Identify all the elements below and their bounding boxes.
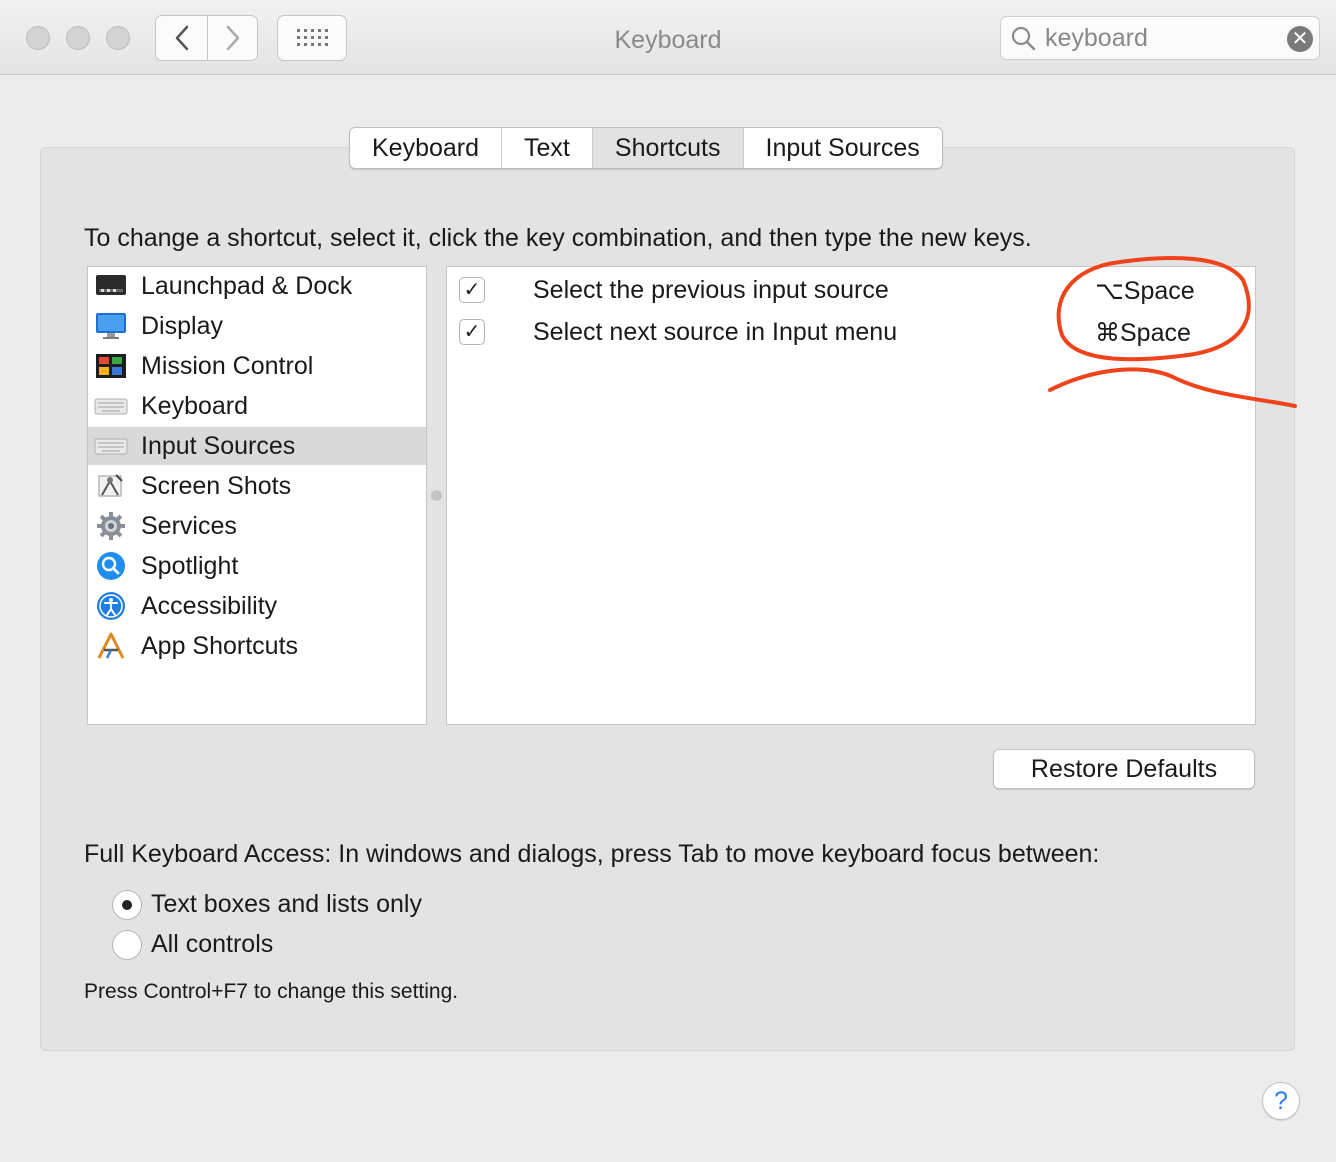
category-label: Services bbox=[141, 511, 237, 540]
category-item-app-shortcuts[interactable]: App Shortcuts bbox=[88, 627, 426, 665]
category-label: Screen Shots bbox=[141, 471, 292, 500]
shortcut-checkbox[interactable]: ✓ bbox=[459, 319, 485, 345]
full-keyboard-access-label: Full Keyboard Access: In windows and dia… bbox=[84, 840, 1100, 868]
category-item-launchpad-dock[interactable]: Launchpad & Dock bbox=[88, 267, 426, 305]
shortcut-key-combination[interactable]: ⌘Space bbox=[1095, 318, 1191, 348]
accessibility-icon bbox=[94, 591, 128, 621]
category-item-spotlight[interactable]: Spotlight bbox=[88, 547, 426, 585]
title-bar: Keyboard ✕ bbox=[0, 0, 1336, 75]
screenshot-icon bbox=[94, 471, 128, 501]
category-label: Input Sources bbox=[141, 431, 296, 460]
shortcut-row[interactable]: ✓ Select the previous input source ⌥Spac… bbox=[447, 269, 1255, 309]
category-item-services[interactable]: Services bbox=[88, 507, 426, 545]
category-item-display[interactable]: Display bbox=[88, 307, 426, 345]
keyboard-icon bbox=[94, 431, 128, 461]
shortcut-key-combination[interactable]: ⌥Space bbox=[1095, 276, 1195, 306]
close-circle-icon[interactable]: ✕ bbox=[1287, 26, 1313, 52]
tab-text[interactable]: Text bbox=[502, 128, 593, 168]
keyboard-icon bbox=[94, 391, 128, 421]
category-list[interactable]: Launchpad & Dock Display Mission Control… bbox=[87, 266, 427, 725]
launchpad-dock-icon bbox=[94, 271, 128, 301]
category-item-input-sources[interactable]: Input Sources bbox=[88, 427, 426, 465]
search-field[interactable]: ✕ bbox=[1000, 16, 1320, 60]
shortcut-hint-text: Press Control+F7 to change this setting. bbox=[84, 980, 459, 1003]
search-input[interactable] bbox=[1045, 23, 1275, 53]
app-shortcuts-icon bbox=[94, 631, 128, 661]
display-icon bbox=[94, 311, 128, 341]
category-label: Mission Control bbox=[141, 351, 314, 380]
category-label: Launchpad & Dock bbox=[141, 271, 353, 300]
category-label: Spotlight bbox=[141, 551, 239, 580]
tab-bar: Keyboard Text Shortcuts Input Sources bbox=[349, 127, 943, 169]
tab-keyboard[interactable]: Keyboard bbox=[350, 128, 503, 168]
category-label: App Shortcuts bbox=[141, 631, 299, 660]
category-item-keyboard[interactable]: Keyboard bbox=[88, 387, 426, 425]
category-label: Display bbox=[141, 311, 223, 340]
category-item-accessibility[interactable]: Accessibility bbox=[88, 587, 426, 625]
category-item-screen-shots[interactable]: Screen Shots bbox=[88, 467, 426, 505]
tab-shortcuts[interactable]: Shortcuts bbox=[592, 128, 744, 168]
shortcut-row[interactable]: ✓ Select next source in Input menu ⌘Spac… bbox=[447, 311, 1255, 351]
shortcut-description: Select next source in Input menu bbox=[533, 318, 898, 346]
shortcut-checkbox[interactable]: ✓ bbox=[459, 277, 485, 303]
mission-control-icon bbox=[94, 351, 128, 381]
radio-label[interactable]: All controls bbox=[151, 930, 273, 959]
category-label: Keyboard bbox=[141, 391, 249, 420]
gear-icon bbox=[94, 511, 128, 541]
category-label: Accessibility bbox=[141, 591, 278, 620]
help-button[interactable]: ? bbox=[1262, 1082, 1300, 1120]
shortcut-list[interactable]: ✓ Select the previous input source ⌥Spac… bbox=[446, 266, 1256, 725]
spotlight-icon bbox=[94, 551, 128, 581]
instructions-text: To change a shortcut, select it, click t… bbox=[84, 224, 1032, 252]
restore-defaults-button[interactable]: Restore Defaults bbox=[993, 749, 1255, 789]
category-item-mission-control[interactable]: Mission Control bbox=[88, 347, 426, 385]
radio-label[interactable]: Text boxes and lists only bbox=[151, 890, 422, 919]
radio-all-controls[interactable] bbox=[112, 930, 142, 960]
radio-text-boxes-and-lists[interactable] bbox=[112, 890, 142, 920]
radio-selected-dot bbox=[122, 900, 132, 910]
shortcut-description: Select the previous input source bbox=[533, 276, 889, 304]
split-view-handle[interactable] bbox=[431, 490, 442, 501]
tab-input-sources[interactable]: Input Sources bbox=[744, 128, 942, 168]
search-icon bbox=[1011, 26, 1036, 51]
